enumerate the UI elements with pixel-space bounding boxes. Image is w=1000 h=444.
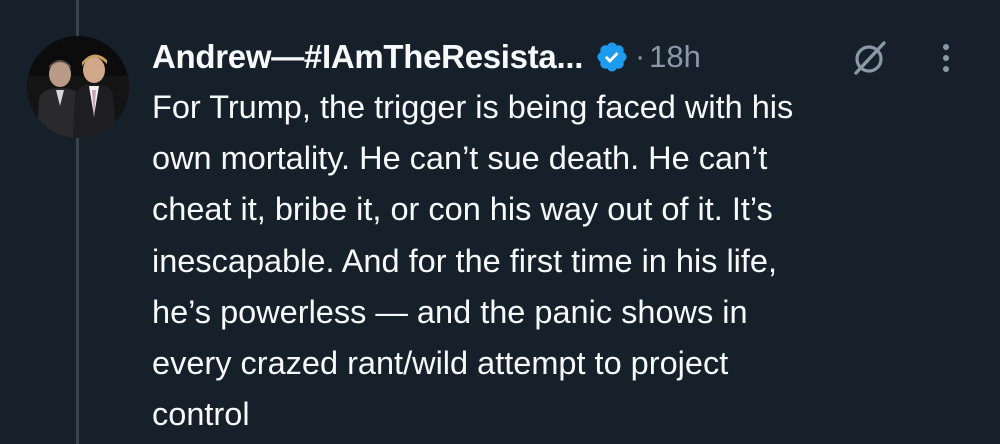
timestamp[interactable]: 18h xyxy=(649,39,701,75)
grok-icon[interactable] xyxy=(850,38,890,78)
more-options-icon[interactable] xyxy=(940,40,952,76)
avatar-photo xyxy=(27,36,129,138)
verified-badge-icon xyxy=(597,42,627,72)
author-name[interactable]: Andrew—#IAmTheResista... xyxy=(152,38,583,76)
tweet-header: Andrew—#IAmTheResista... · 18h xyxy=(152,34,992,80)
tweet-text: For Trump, the trigger is being faced wi… xyxy=(152,89,794,433)
avatar[interactable] xyxy=(27,36,129,138)
separator-dot: · xyxy=(635,40,646,73)
